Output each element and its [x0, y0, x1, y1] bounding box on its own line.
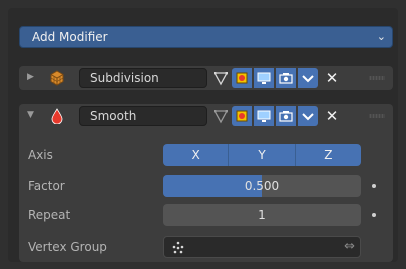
- collapse-arrow-icon[interactable]: ▼: [27, 110, 34, 120]
- dropdown-icon: [302, 113, 314, 121]
- subdivision-modifier-icon: [50, 70, 64, 86]
- repeat-field[interactable]: 1: [163, 204, 361, 226]
- render-toggle[interactable]: [276, 68, 296, 88]
- on-cage-icon: [236, 72, 248, 84]
- render-icon: [279, 73, 293, 84]
- factor-slider[interactable]: 0.500: [163, 175, 361, 197]
- vertex-group-icon: [172, 241, 184, 254]
- add-modifier-label: Add Modifier: [32, 30, 108, 44]
- viewport-toggle[interactable]: [254, 68, 274, 88]
- factor-label: Factor: [28, 179, 65, 193]
- vertex-group-label: Vertex Group: [28, 240, 107, 254]
- factor-keyframe-dot[interactable]: [372, 184, 376, 188]
- vertex-group-field[interactable]: ⇔: [163, 236, 361, 258]
- on-cage-icon: [236, 110, 248, 122]
- drag-grip-icon[interactable]: [369, 114, 385, 118]
- axis-label: Axis: [28, 148, 53, 162]
- repeat-value: 1: [258, 208, 266, 222]
- on-cage-toggle[interactable]: [232, 106, 252, 126]
- close-icon[interactable]: ✕: [322, 68, 342, 88]
- viewport-icon: [257, 72, 271, 84]
- close-icon[interactable]: ✕: [322, 106, 342, 126]
- edit-mode-icon: [213, 72, 229, 86]
- axis-toggle-group: X Y Z: [163, 144, 361, 166]
- repeat-label: Repeat: [28, 208, 71, 222]
- expand-arrow-icon[interactable]: ▶: [27, 72, 34, 82]
- viewport-toggle[interactable]: [254, 106, 274, 126]
- axis-z-toggle[interactable]: Z: [295, 144, 361, 166]
- render-icon: [279, 111, 293, 122]
- chevron-down-icon: ⌄: [376, 30, 386, 43]
- edit-mode-icon: [213, 110, 229, 124]
- on-cage-toggle[interactable]: [232, 68, 252, 88]
- axis-y-toggle[interactable]: Y: [229, 144, 296, 166]
- add-modifier-dropdown[interactable]: Add Modifier ⌄: [19, 26, 393, 48]
- modifier-name-field[interactable]: Subdivision: [79, 68, 207, 88]
- modifier-name-field[interactable]: Smooth: [79, 106, 207, 126]
- drag-grip-icon[interactable]: [369, 76, 385, 80]
- modifier-smooth-header: ▼ Smooth ✕: [19, 104, 393, 128]
- modifier-options-dropdown[interactable]: [298, 106, 318, 126]
- repeat-keyframe-dot[interactable]: [372, 213, 376, 217]
- modifier-options-dropdown[interactable]: [298, 68, 318, 88]
- dropdown-icon: [302, 75, 314, 83]
- edit-mode-toggle[interactable]: [211, 106, 231, 126]
- render-toggle[interactable]: [276, 106, 296, 126]
- invert-arrows-icon[interactable]: ⇔: [344, 239, 355, 254]
- edit-mode-toggle[interactable]: [211, 68, 231, 88]
- factor-value: 0.500: [244, 179, 280, 193]
- smooth-modifier-icon: [51, 108, 63, 124]
- modifier-subdivision-header: ▶ Subdivision ✕: [19, 66, 393, 90]
- viewport-icon: [257, 110, 271, 122]
- axis-x-toggle[interactable]: X: [163, 144, 230, 166]
